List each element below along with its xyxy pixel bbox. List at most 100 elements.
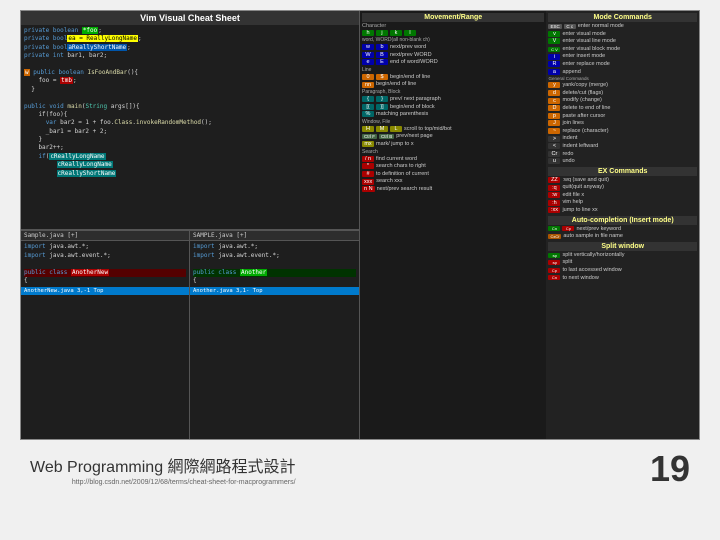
find-current-word: find current word (376, 156, 417, 163)
key-ctrl-p: Cp (562, 226, 574, 231)
vim-help: vim help (562, 199, 582, 206)
paste: paste after cursor (562, 113, 605, 120)
key-ctrl-r: Cr (548, 151, 560, 157)
dedent: indent leftward (562, 143, 598, 150)
code-panel: Vim Visual Cheat Sheet private boolean *… (21, 11, 360, 439)
split-file: split (562, 259, 572, 266)
status-bar-right: Another.java 3,1- Top (190, 287, 359, 295)
win-top-mid-bot: scroll to top/mid/bot (404, 126, 452, 133)
key-ctrl-xf: CxCf (548, 234, 561, 239)
mode-append: append (562, 69, 580, 76)
window-label: Window, File (362, 119, 544, 125)
auto-title: Auto-completion (Insert mode) (548, 216, 697, 225)
save-file: edit file x (562, 192, 584, 199)
jump-line: jump to line xx (562, 207, 597, 214)
word-next-prev-WORD: next/prev WORD (390, 52, 432, 59)
line-begin-end: begin/end of line (390, 74, 430, 81)
key-colon-h: :h (548, 200, 560, 206)
page-fwd-bkwd: prev/next page (396, 133, 432, 140)
mark-jump: mark/ jump to x (376, 141, 414, 148)
course-name: Web Programming 網際網路程式設計 (30, 453, 296, 477)
general-label: General Commands (548, 76, 697, 81)
next-prev-keyword: next/prev keyword (576, 226, 621, 233)
key-u: u (548, 158, 560, 164)
delete: delete/cut (flags) (562, 90, 603, 97)
key-H: H (362, 126, 374, 132)
split-title: Split window (548, 242, 697, 251)
split-horiz: split vertically/horizontally (562, 252, 624, 259)
ex-title: EX Commands (548, 167, 697, 176)
line-begin-end2: begin/end of line (376, 81, 416, 88)
key-nn: nn (362, 82, 374, 88)
indent: indent (562, 135, 577, 142)
redo: redo (562, 151, 573, 158)
key-search-xxx: xxx (362, 179, 374, 185)
key-colon-w: :w (548, 192, 560, 198)
key-e: e (362, 59, 374, 65)
page-number: 19 (650, 448, 690, 490)
save-quit: :wq (save and quit) (562, 177, 608, 184)
key-k: k (390, 30, 402, 36)
key-b: b (376, 44, 388, 50)
key-colon-sp: :sp (548, 253, 560, 258)
search-xxx: search xxx (376, 178, 402, 185)
key-ctrl-b: Ctrl B (379, 134, 394, 139)
key-colon-xx: :xx (548, 207, 560, 213)
block-begin-end: begin/end of block (390, 104, 435, 111)
key-mid-win: M (376, 126, 388, 132)
key-mx: mx (362, 141, 374, 147)
undo: undo (562, 158, 574, 165)
key-w-prev: w (362, 44, 374, 50)
matching-paren: matching parenthesis (376, 111, 428, 118)
key-colon-q: :q (548, 185, 560, 191)
pane-left-header: Sample.java [+] (21, 231, 189, 241)
search-label: Search (362, 149, 544, 155)
key-V-upper: V (548, 38, 560, 44)
replace-char: replace (character) (562, 128, 608, 135)
key-i-lower: i (548, 54, 560, 60)
key-L: L (390, 126, 402, 132)
key-tilde: ~ (548, 128, 560, 134)
key-W: W (362, 52, 374, 58)
para-label: Paragraph, Block (362, 89, 544, 95)
key-ZZ: ZZ (548, 177, 560, 183)
mode-visual: enter visual mode (562, 31, 605, 38)
key-close-bracket: }] (376, 104, 388, 110)
end-word: end of word/WORD (390, 59, 438, 66)
next-window: to next window (562, 275, 598, 282)
mode-normal: enter normal mode (578, 23, 624, 30)
cheatsheet-title: Vim Visual Cheat Sheet (21, 11, 359, 25)
quit: quit(quit anyway) (562, 184, 604, 191)
key-n-upper: n N (362, 186, 375, 192)
key-open-brace: { (362, 96, 374, 102)
cheatsheet-image: Vim Visual Cheat Sheet private boolean *… (20, 10, 700, 440)
movement-title: Movement/Range (362, 13, 544, 22)
yank: yank/copy (merge) (562, 82, 608, 89)
mode-title: Mode Commands (548, 13, 697, 22)
mode-visual-line: enter visual line mode (562, 38, 616, 45)
word-next-prev: next/prev word (390, 44, 426, 51)
key-percent: % (362, 111, 374, 117)
key-a-lower: a (548, 69, 560, 75)
key-D-upper: D (548, 105, 560, 111)
key-c-change: c (548, 98, 560, 104)
key-E: E (376, 59, 388, 65)
search-to-right: search chars to right (376, 163, 426, 170)
slide-footer: Web Programming 網際網路程式設計 http://blog.csd… (0, 440, 720, 498)
key-ctrl-n: Cn (548, 226, 560, 231)
next-prev-search: next/prev search result (377, 186, 433, 193)
mode-insert: enter insert mode (562, 53, 605, 60)
key-split-x: :sp (548, 260, 560, 265)
vim-side: Mode Commands ESC C c enter normal mode … (546, 11, 699, 439)
key-next-win: Cn (548, 275, 560, 280)
key-j: j (376, 30, 388, 36)
key-ctrl-c: C c (564, 24, 576, 29)
mode-replace: enter replace mode (562, 61, 609, 68)
join-lines: join lines (562, 120, 583, 127)
last-window: to last accessed window (562, 267, 621, 274)
key-dollar: $ (376, 74, 388, 80)
key-d-del: d (548, 90, 560, 96)
key-join: J (548, 120, 560, 126)
key-B: B (376, 52, 388, 58)
cheatsheet-panel: Movement/Range Character h j k l word, W… (360, 11, 699, 439)
